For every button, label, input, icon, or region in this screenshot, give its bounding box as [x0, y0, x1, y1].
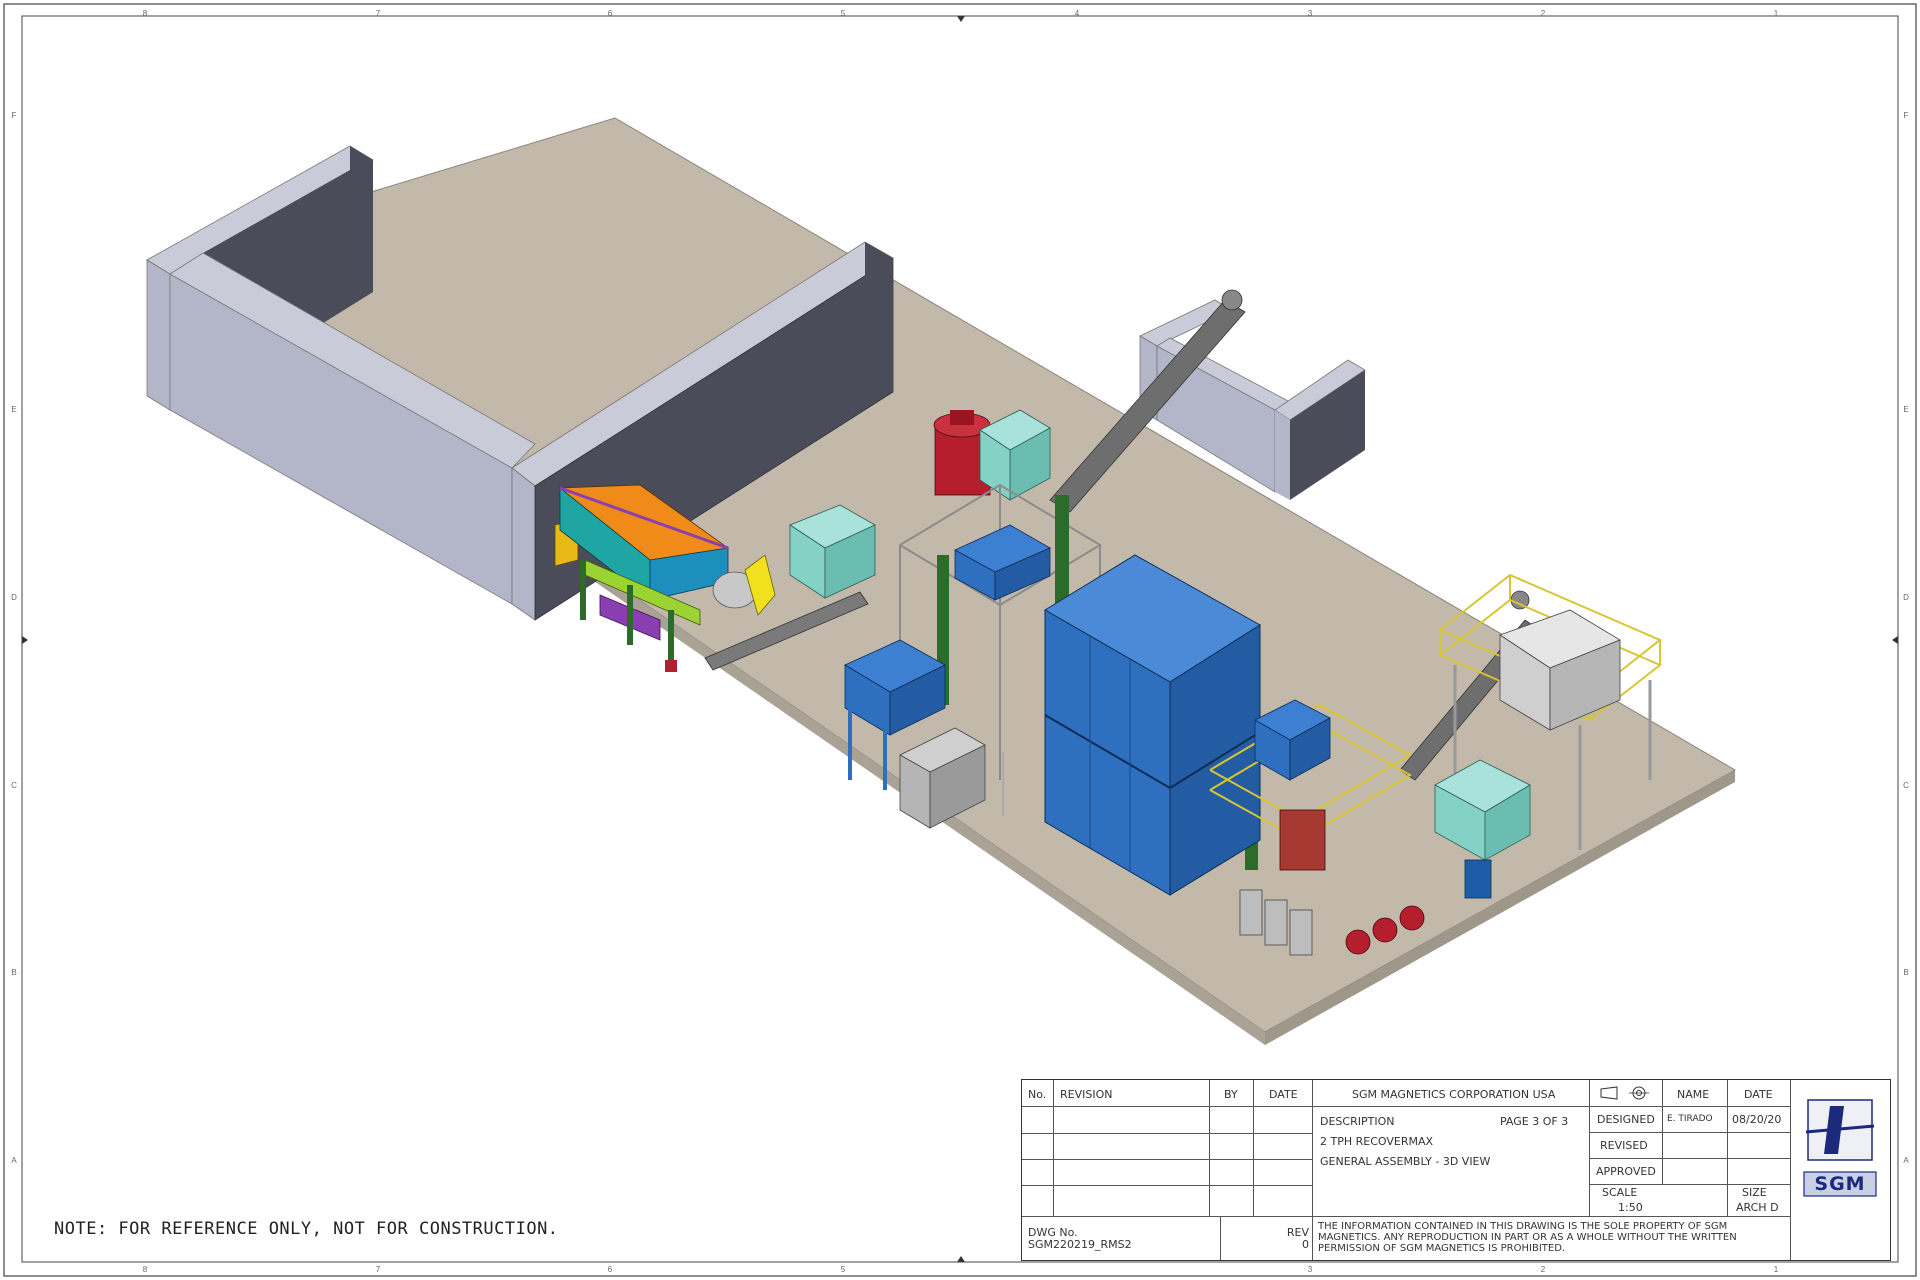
rev-header-date: DATE	[1269, 1088, 1298, 1101]
rev-header-no: No.	[1028, 1088, 1047, 1101]
zone-bottom-6: 6	[608, 1265, 613, 1274]
zone-top-3: 3	[1308, 9, 1313, 18]
scale-value: 1:50	[1618, 1201, 1643, 1214]
sgm-logo-text: SGM	[1814, 1173, 1866, 1195]
zone-right-f: F	[1904, 111, 1909, 120]
zone-bottom-2: 2	[1541, 1265, 1546, 1274]
description-label: DESCRIPTION	[1320, 1115, 1395, 1128]
dwg-number: SGM220219_RMS2	[1028, 1238, 1132, 1251]
scale-label: SCALE	[1602, 1186, 1638, 1199]
description-line-2: GENERAL ASSEMBLY - 3D VIEW	[1320, 1155, 1491, 1168]
zone-bottom-8: 8	[143, 1265, 148, 1274]
zone-top-1: 1	[1774, 9, 1779, 18]
description-line-1: 2 TPH RECOVERMAX	[1320, 1135, 1434, 1148]
designed-name: E. TIRADO	[1667, 1114, 1713, 1124]
zone-right-c: C	[1903, 781, 1909, 790]
zone-left-c: C	[11, 781, 17, 790]
zone-top-4: 4	[1075, 9, 1080, 18]
rev-value: 0	[1302, 1238, 1309, 1251]
title-block: No. REVISION BY DATE SGM MAGNETICS CORPO…	[1021, 1079, 1891, 1261]
proprietary-disclaimer: THE INFORMATION CONTAINED IN THIS DRAWIN…	[1318, 1221, 1737, 1254]
zone-left-e: E	[11, 405, 16, 414]
zone-bottom-5: 5	[841, 1265, 846, 1274]
zone-right-b: B	[1903, 968, 1908, 977]
zone-left-b: B	[11, 968, 16, 977]
rev-header-by: BY	[1224, 1088, 1238, 1101]
name-header: NAME	[1677, 1088, 1710, 1101]
zone-top-2: 2	[1541, 9, 1546, 18]
approved-label: APPROVED	[1596, 1165, 1656, 1178]
zone-top-5: 5	[841, 9, 846, 18]
reference-note: NOTE: FOR REFERENCE ONLY, NOT FOR CONSTR…	[54, 1219, 559, 1239]
zone-right-e: E	[1903, 405, 1908, 414]
revised-label: REVISED	[1600, 1139, 1648, 1152]
zone-bottom-3: 3	[1308, 1265, 1313, 1274]
zone-left-a: A	[11, 1156, 17, 1165]
size-value: ARCH D	[1736, 1201, 1779, 1214]
designed-label: DESIGNED	[1597, 1113, 1655, 1126]
projection-symbol-icon	[1600, 1086, 1649, 1100]
zone-bottom-7: 7	[376, 1265, 381, 1274]
zone-bottom-1: 1	[1774, 1265, 1779, 1274]
company-name: SGM MAGNETICS CORPORATION USA	[1352, 1088, 1556, 1101]
zone-top-6: 6	[608, 9, 613, 18]
page-indicator: PAGE 3 OF 3	[1500, 1115, 1569, 1128]
rev-header-revision: REVISION	[1060, 1088, 1113, 1101]
designed-date: 08/20/20	[1732, 1113, 1782, 1126]
zone-left-f: F	[12, 111, 17, 120]
date-header: DATE	[1744, 1088, 1773, 1101]
size-label: SIZE	[1742, 1186, 1767, 1199]
zone-top-8: 8	[143, 9, 148, 18]
sgm-logo: SGM	[1796, 1086, 1884, 1210]
zone-right-a: A	[1903, 1156, 1909, 1165]
red-unit-middle	[1279, 809, 1326, 871]
zone-left-d: D	[11, 593, 17, 602]
zone-top-7: 7	[376, 9, 381, 18]
zone-right-d: D	[1903, 593, 1909, 602]
